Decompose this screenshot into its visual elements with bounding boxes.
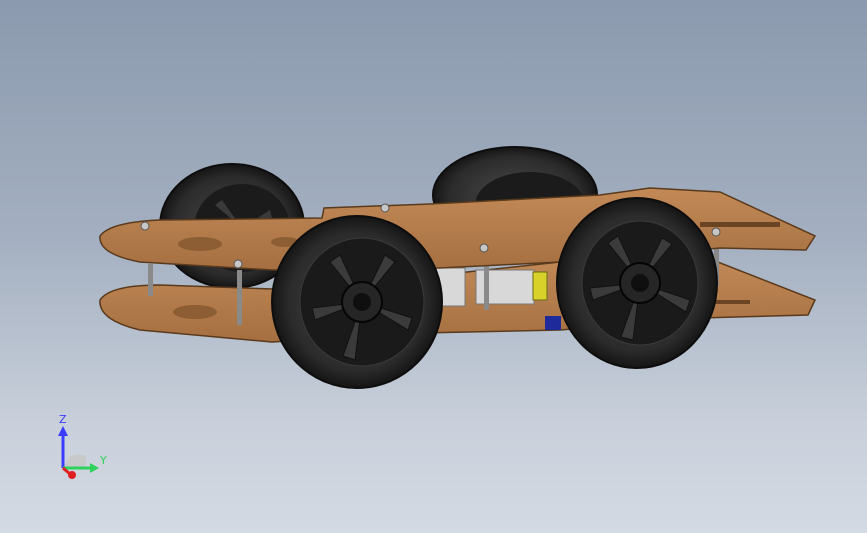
z-axis-label: Z — [59, 413, 67, 426]
front-right-wheel[interactable] — [556, 197, 718, 369]
graphics-viewport[interactable]: Z Y — [0, 0, 867, 533]
front-left-wheel[interactable] — [271, 215, 443, 389]
robot-car-chassis-model[interactable] — [0, 0, 867, 533]
y-axis-label: Y — [100, 454, 107, 467]
